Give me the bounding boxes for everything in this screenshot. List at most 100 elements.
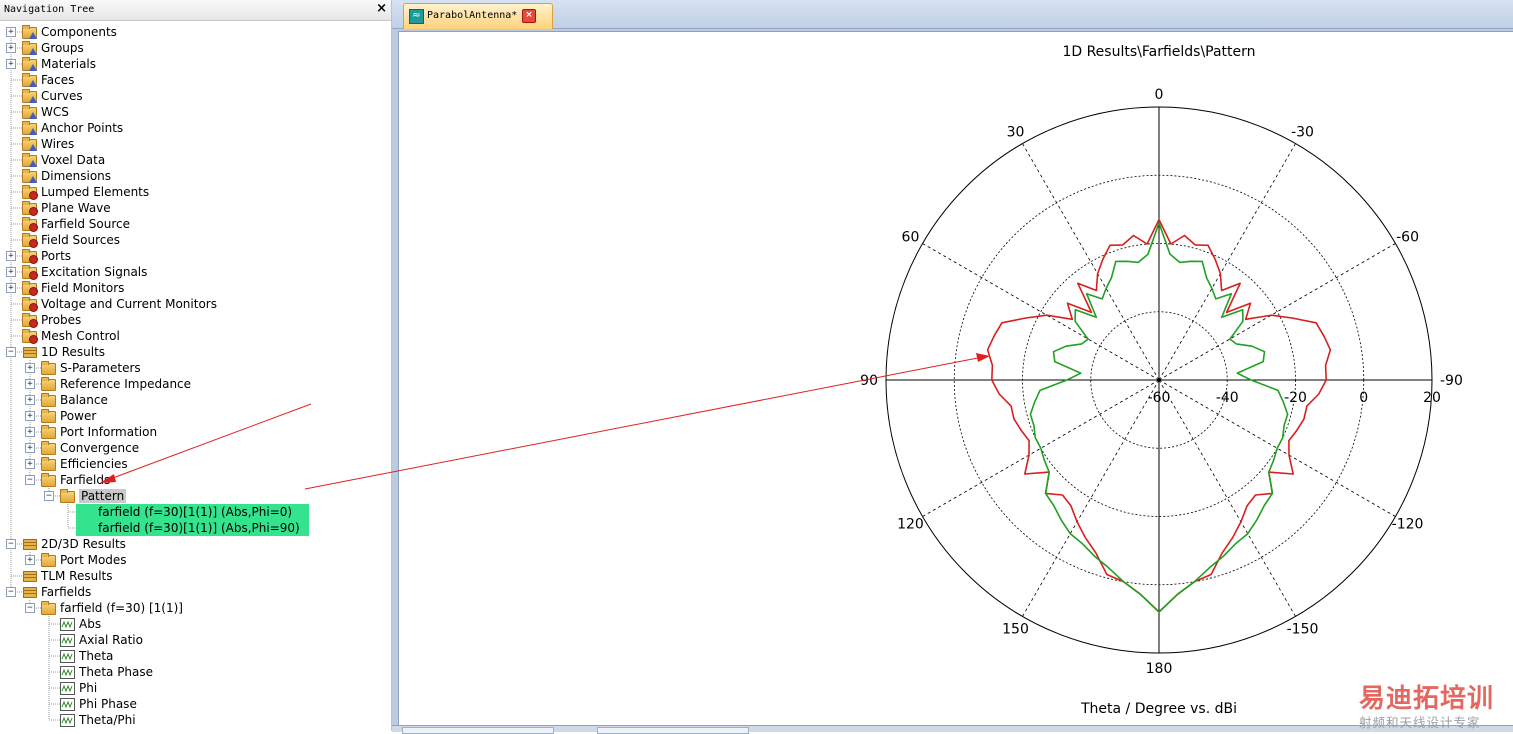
tree-item[interactable]: Curves <box>0 88 391 104</box>
tree-item[interactable]: − Farfields <box>0 584 391 600</box>
folder-icon <box>41 553 56 567</box>
tree-item-label: Groups <box>41 41 84 55</box>
tree-item[interactable]: + Ports <box>0 248 391 264</box>
result-curve-icon <box>60 634 75 647</box>
tree-item[interactable]: + Efficiencies <box>0 456 391 472</box>
tree-item-label: Convergence <box>60 441 140 455</box>
folder-icon <box>60 489 75 503</box>
tree-item[interactable]: Theta/Phi <box>0 712 391 728</box>
tree-item[interactable]: farfield (f=30)[1(1)] (Abs,Phi=0) <box>0 504 391 520</box>
tree-item[interactable]: Faces <box>0 72 391 88</box>
tree-item[interactable]: Probes <box>0 312 391 328</box>
editor-area: ≈ ParabolAntenna* × 0 30 60 90 120 150 180 -150… <box>392 0 1513 734</box>
tree-item[interactable]: + Power <box>0 408 391 424</box>
tree-item-label: Farfield Source <box>41 217 131 231</box>
tree-item[interactable]: + Field Monitors <box>0 280 391 296</box>
expand-icon[interactable]: + <box>25 427 35 437</box>
expand-icon[interactable]: + <box>25 443 35 453</box>
expand-icon[interactable]: + <box>6 283 16 293</box>
tree-item[interactable]: Dimensions <box>0 168 391 184</box>
expand-icon[interactable]: + <box>6 251 16 261</box>
tree-item[interactable]: TLM Results <box>0 568 391 584</box>
angle-tick-label: -30 <box>1291 124 1314 140</box>
collapse-icon[interactable]: − <box>6 347 16 357</box>
tree-item[interactable]: Plane Wave <box>0 200 391 216</box>
tree-item[interactable]: − Pattern <box>0 488 391 504</box>
expand-icon[interactable]: + <box>25 395 35 405</box>
tree-item[interactable]: + Excitation Signals <box>0 264 391 280</box>
tree-item-label: S-Parameters <box>60 361 141 375</box>
tree-item[interactable]: Farfield Source <box>0 216 391 232</box>
tree-item[interactable]: Voltage and Current Monitors <box>0 296 391 312</box>
angle-tick-label: 60 <box>902 230 920 246</box>
tree-item-label: Anchor Points <box>41 121 124 135</box>
tree-item[interactable]: − 2D/3D Results <box>0 536 391 552</box>
expand-icon[interactable]: + <box>25 363 35 373</box>
tree-item[interactable]: Mesh Control <box>0 328 391 344</box>
result-curve-icon <box>60 714 75 727</box>
expand-icon[interactable]: + <box>25 379 35 389</box>
radial-tick-label: 20 <box>1423 390 1441 406</box>
shape-icon <box>29 64 37 71</box>
tab-parabol-antenna[interactable]: ≈ ParabolAntenna* × <box>403 3 553 29</box>
expand-icon[interactable]: + <box>6 267 16 277</box>
collapse-icon[interactable]: − <box>6 539 16 549</box>
tree-item-label: Reference Impedance <box>60 377 192 391</box>
tree-item[interactable]: + Materials <box>0 56 391 72</box>
gear-icon <box>29 223 38 232</box>
tree-item[interactable]: + Components <box>0 24 391 40</box>
collapse-icon[interactable]: − <box>6 587 16 597</box>
expand-icon[interactable]: + <box>25 555 35 565</box>
collapse-icon[interactable]: − <box>25 475 35 485</box>
collapse-icon[interactable]: − <box>25 603 35 613</box>
tree-item[interactable]: − 1D Results <box>0 344 391 360</box>
tree-item[interactable]: + Port Information <box>0 424 391 440</box>
expand-icon[interactable]: + <box>6 27 16 37</box>
tree-item-label: Pattern <box>79 489 127 503</box>
expand-icon[interactable]: + <box>6 59 16 69</box>
folder-shape-icon <box>22 121 37 135</box>
expand-icon[interactable]: + <box>6 43 16 53</box>
tree-item[interactable]: Wires <box>0 136 391 152</box>
tree-item[interactable]: Axial Ratio <box>0 632 391 648</box>
tree-item[interactable]: Lumped Elements <box>0 184 391 200</box>
tree-item-label: Materials <box>41 57 97 71</box>
tree-item[interactable]: + S-Parameters <box>0 360 391 376</box>
tree-item-label: Ports <box>41 249 72 263</box>
tree-item[interactable]: − Farfields <box>0 472 391 488</box>
angle-tick-label: 180 <box>1146 661 1173 677</box>
folder-icon <box>41 361 56 375</box>
result-curve-icon <box>60 698 75 711</box>
tree-item[interactable]: − farfield (f=30) [1(1)] <box>0 600 391 616</box>
folder-shape-icon <box>22 57 37 71</box>
expand-icon[interactable]: + <box>25 411 35 421</box>
tree-item[interactable]: Theta <box>0 648 391 664</box>
tree-item[interactable]: + Reference Impedance <box>0 376 391 392</box>
tree-item[interactable]: WCS <box>0 104 391 120</box>
angle-tick-label: 150 <box>1002 622 1029 638</box>
tree-item-label: Theta <box>79 649 114 663</box>
expand-icon[interactable]: + <box>25 459 35 469</box>
tree-item[interactable]: + Balance <box>0 392 391 408</box>
gear-icon <box>29 319 38 328</box>
tree-item[interactable]: + Groups <box>0 40 391 56</box>
tree-item[interactable]: Field Sources <box>0 232 391 248</box>
tree-item[interactable]: Theta Phase <box>0 664 391 680</box>
tree-item[interactable]: Phi <box>0 680 391 696</box>
collapse-icon[interactable]: − <box>44 491 54 501</box>
tree-item[interactable]: Anchor Points <box>0 120 391 136</box>
tree-item[interactable]: + Port Modes <box>0 552 391 568</box>
tree-item-label: Voxel Data <box>41 153 106 167</box>
tree-item[interactable]: Abs <box>0 616 391 632</box>
tree-item[interactable]: Voxel Data <box>0 152 391 168</box>
tree-item-label: Field Sources <box>41 233 120 247</box>
results-stack-icon <box>22 537 37 550</box>
chart-title: 1D Results\Farfields\Pattern <box>1062 44 1255 60</box>
tree-item[interactable]: farfield (f=30)[1(1)] (Abs,Phi=90) <box>0 520 391 536</box>
tree-item[interactable]: Phi Phase <box>0 696 391 712</box>
tree-item[interactable]: + Convergence <box>0 440 391 456</box>
plot-window: 0 30 60 90 120 150 180 -150 -120 -90 -60 -30 -60 -40 -… <box>398 31 1513 727</box>
tab-close-icon[interactable]: × <box>522 9 536 23</box>
chart-xlabel: Theta / Degree vs. dBi <box>1080 701 1237 717</box>
tree-item-label: Port Information <box>60 425 158 439</box>
